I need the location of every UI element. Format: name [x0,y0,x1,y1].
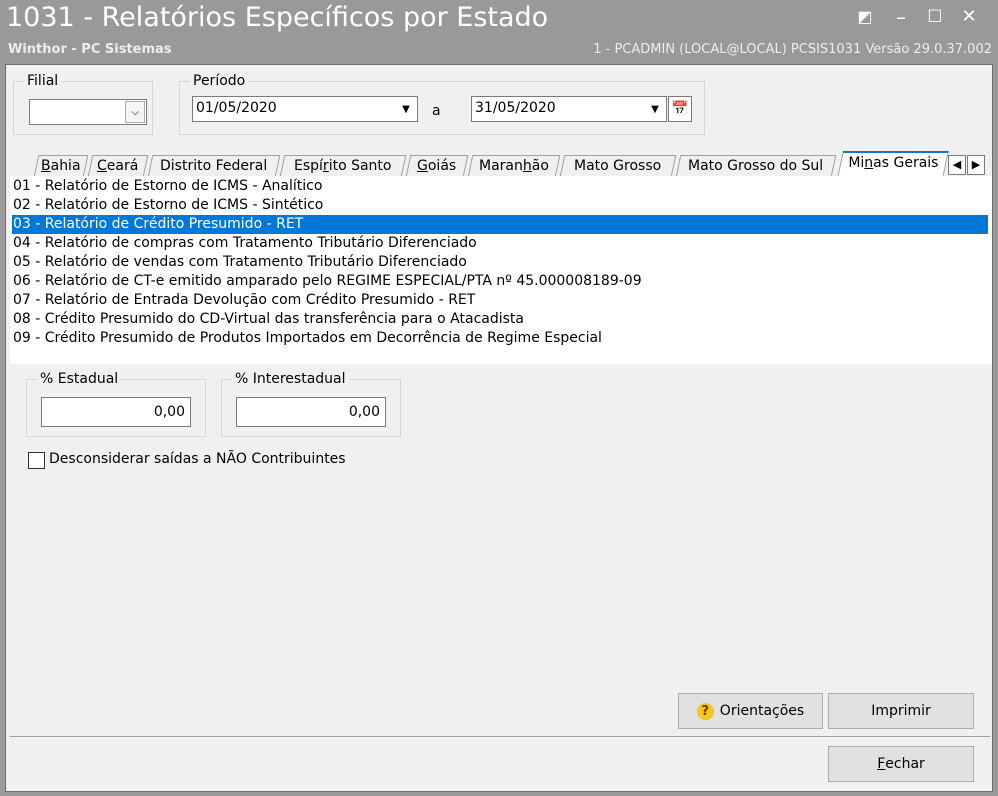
list-item[interactable]: 07 - Relatório de Entrada Devolução com … [12,291,988,310]
period-separator: a [432,103,441,119]
imprimir-button[interactable]: Imprimir [828,693,974,729]
close-button[interactable]: ✕ [956,6,982,28]
filial-legend: Filial [27,73,59,89]
system-name: Winthor - PC Sistemas [8,42,172,57]
dropdown-arrow-icon[interactable]: ▼ [644,97,666,121]
fechar-label: echar [885,756,925,772]
tab-scroll-right-icon[interactable]: ▶ [967,155,985,175]
orientacoes-label: Orientações [719,703,805,719]
form-client-area: Filial ⌵ Período 01/05/2020 ▼ a 31/05/20… [5,64,993,792]
period-start-date[interactable]: 01/05/2020 ▼ [192,96,418,122]
tab-scroll-left-icon[interactable]: ◀ [948,155,966,175]
tab-minas-gerais[interactable]: Minas Gerais [837,151,949,178]
list-item[interactable]: 04 - Relatório de compras com Tratamento… [12,234,988,253]
period-start-value: 01/05/2020 [196,100,277,116]
report-list[interactable]: 01 - Relatório de Estorno de ICMS - Anal… [10,176,992,364]
tab-goias[interactable]: Goiás [405,155,469,177]
orientacoes-button[interactable]: ? Orientações [678,693,823,729]
tab-espirito-santo[interactable]: Espírito Santo [279,155,407,177]
estadual-legend: % Estadual [40,371,119,387]
divider [10,736,990,737]
fechar-accelerator: F [877,756,886,772]
period-end-value: 31/05/2020 [475,100,556,116]
list-item[interactable]: 03 - Relatório de Crédito Presumido - RE… [12,215,988,234]
tab-ceara[interactable]: Ceará [87,155,149,177]
list-item[interactable]: 08 - Crédito Presumido do CD-Virtual das… [12,310,988,329]
fechar-button[interactable]: Fechar [828,746,974,782]
window-title: 1031 - Relatórios Específicos por Estado [6,2,549,33]
title-bar[interactable]: 1031 - Relatórios Específicos por Estado… [0,0,998,64]
window-menu-icon[interactable]: ◩ [852,6,878,28]
tab-bahia[interactable]: Bahia [33,155,89,177]
help-icon: ? [696,702,714,720]
desconsiderar-label: Desconsiderar saídas a NÃO Contribuintes [49,451,346,467]
filial-select[interactable]: ⌵ [29,99,147,125]
calendar-icon[interactable]: 📅 [668,96,692,122]
session-info: 1 - PCADMIN (LOCAL@LOCAL) PCSIS1031 Vers… [593,42,992,57]
state-tabs: Bahia Ceará Distrito Federal Espírito Sa… [10,149,990,178]
list-item[interactable]: 09 - Crédito Presumido de Produtos Impor… [12,329,988,348]
list-item[interactable]: 06 - Relatório de CT-e emitido amparado … [12,272,988,291]
list-item[interactable]: 01 - Relatório de Estorno de ICMS - Anal… [12,177,988,196]
estadual-percent-input[interactable]: 0,00 [41,397,191,427]
chevron-down-icon[interactable]: ⌵ [125,101,145,123]
application-window: 1031 - Relatórios Específicos por Estado… [0,0,998,796]
periodo-legend: Período [193,73,246,89]
list-item[interactable]: 05 - Relatório de vendas com Tratamento … [12,253,988,272]
tab-mato-grosso-do-sul[interactable]: Mato Grosso do Sul [675,155,837,177]
period-end-date[interactable]: 31/05/2020 ▼ [471,96,667,122]
maximize-button[interactable]: ☐ [922,6,948,28]
interestadual-legend: % Interestadual [235,371,346,387]
dropdown-arrow-icon[interactable]: ▼ [395,97,417,121]
imprimir-label: Imprimir [871,703,931,719]
list-item[interactable]: 02 - Relatório de Estorno de ICMS - Sint… [12,196,988,215]
minimize-button[interactable]: – [888,6,914,28]
tab-maranhao[interactable]: Maranhão [467,155,561,177]
tab-mato-grosso[interactable]: Mato Grosso [559,155,677,177]
desconsiderar-checkbox[interactable] [28,452,45,469]
tab-distrito-federal[interactable]: Distrito Federal [147,155,281,177]
interestadual-percent-input[interactable]: 0,00 [236,397,386,427]
